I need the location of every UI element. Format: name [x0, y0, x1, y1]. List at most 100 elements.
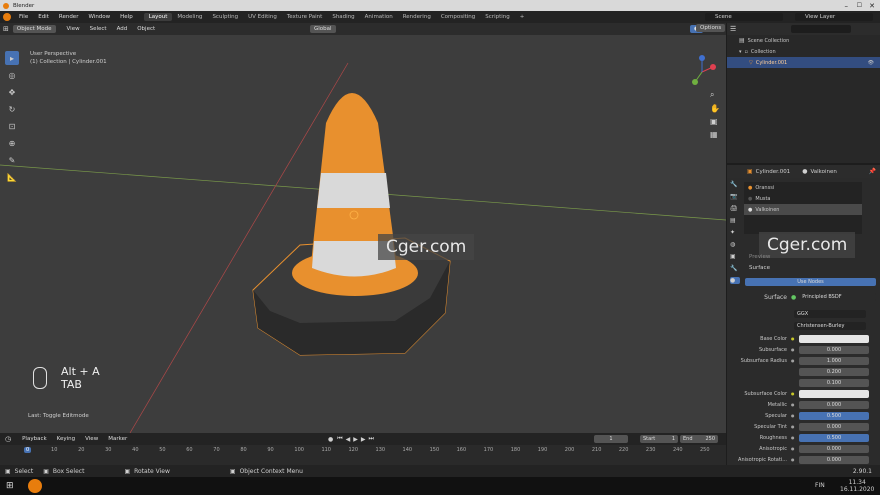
- outliner-search-field[interactable]: [791, 25, 852, 33]
- outliner-row-collection[interactable]: ▾ ▫ Collection: [727, 46, 880, 57]
- frame-ruler[interactable]: 0 10 20 30 40 50 60 70 80 90 100 110 120 130 140 150 160…: [0, 445, 726, 465]
- tab-shading[interactable]: Shading: [327, 13, 359, 21]
- tab-compositing[interactable]: Compositing: [436, 13, 480, 21]
- use-nodes-button[interactable]: Use Nodes: [745, 278, 876, 286]
- select-tool-icon[interactable]: ▸: [5, 51, 19, 65]
- bsdf-input-field[interactable]: 0.000: [799, 444, 869, 453]
- cursor-tool-icon[interactable]: ◎: [5, 68, 19, 82]
- windows-start-icon[interactable]: ⊞: [6, 481, 14, 491]
- jump-end-icon[interactable]: ⏭: [369, 435, 374, 443]
- bsdf-input-field[interactable]: 0.000: [799, 345, 869, 354]
- move-tool-icon[interactable]: ✥: [5, 85, 19, 99]
- expand-icon[interactable]: ▾: [739, 49, 742, 55]
- timeline-menu-keying[interactable]: Keying: [52, 436, 80, 442]
- bsdf-input-field[interactable]: 0.500: [799, 433, 869, 442]
- orientation-selector[interactable]: Global: [310, 25, 336, 33]
- editor-type-button[interactable]: ⊞: [3, 25, 9, 33]
- outliner-editor-icon[interactable]: ☰: [730, 25, 736, 33]
- rotate-tool-icon[interactable]: ↻: [5, 102, 19, 116]
- options-button[interactable]: Options: [696, 24, 726, 32]
- taskbar-clock[interactable]: 11.34 16.11.2020: [840, 479, 874, 493]
- viewport-menu-select[interactable]: Select: [85, 26, 112, 32]
- scene-selector[interactable]: Scene: [705, 13, 783, 21]
- tab-scripting[interactable]: Scripting: [480, 13, 514, 21]
- editor-type-icon[interactable]: [3, 13, 11, 21]
- bsdf-input-field[interactable]: 0.000: [799, 422, 869, 431]
- measure-tool-icon[interactable]: 📐: [5, 170, 19, 184]
- viewport-menu-object[interactable]: Object: [132, 26, 160, 32]
- timeline-menu-view[interactable]: View: [80, 436, 103, 442]
- tab-modifier-icon[interactable]: 🔧: [730, 265, 740, 272]
- material-slot[interactable]: ● Valkoinen: [744, 204, 862, 215]
- 3d-viewport[interactable]: [0, 23, 726, 433]
- tab-uv-editing[interactable]: UV Editing: [243, 13, 282, 21]
- perspective-toggle-icon[interactable]: ▦: [710, 130, 720, 139]
- bsdf-input-field[interactable]: [799, 334, 869, 343]
- tab-output-icon[interactable]: 🖨: [730, 205, 740, 212]
- tab-animation[interactable]: Animation: [360, 13, 398, 21]
- navigation-gizmo[interactable]: [685, 55, 719, 89]
- tab-layout[interactable]: Layout: [143, 13, 173, 21]
- bsdf-input-field[interactable]: 1.000: [799, 356, 869, 365]
- tab-rendering[interactable]: Rendering: [398, 13, 436, 21]
- blender-taskbar-icon[interactable]: [27, 479, 42, 493]
- bsdf-input-field[interactable]: 0.200: [799, 367, 869, 376]
- close-button[interactable]: ✕: [869, 2, 875, 10]
- tab-object-icon[interactable]: ▣: [730, 253, 740, 260]
- timeline-menu-marker[interactable]: Marker: [103, 436, 132, 442]
- pin-icon[interactable]: 📌: [869, 168, 876, 175]
- jump-start-icon[interactable]: ⏮: [337, 435, 342, 443]
- bsdf-input-field[interactable]: 0.000: [799, 400, 869, 409]
- add-workspace-button[interactable]: +: [515, 13, 530, 21]
- menu-render[interactable]: Render: [54, 14, 84, 20]
- tab-render-icon[interactable]: 📷: [730, 193, 740, 200]
- material-slot[interactable]: ● Oranssi: [744, 182, 862, 193]
- maximize-button[interactable]: ☐: [857, 2, 862, 9]
- next-key-icon[interactable]: ▶: [361, 436, 366, 443]
- outliner-row-object[interactable]: ▽ Cylinder.001 👁: [727, 57, 880, 68]
- timeline-menu-playback[interactable]: Playback: [17, 436, 52, 442]
- surface-panel-header[interactable]: Surface: [749, 265, 770, 271]
- menu-file[interactable]: File: [14, 14, 33, 20]
- current-frame-field[interactable]: 1: [594, 435, 628, 443]
- tab-tool-icon[interactable]: 🔧: [730, 181, 740, 188]
- mode-selector[interactable]: Object Mode: [12, 25, 56, 33]
- menu-window[interactable]: Window: [83, 14, 115, 20]
- bsdf-input-field[interactable]: 0.100: [799, 378, 869, 387]
- scale-tool-icon[interactable]: ⊡: [5, 119, 19, 133]
- bsdf-input-field[interactable]: 0.000: [799, 455, 869, 464]
- viewport-menu-add[interactable]: Add: [112, 26, 133, 32]
- end-frame-field[interactable]: End 250: [680, 435, 718, 443]
- start-frame-field[interactable]: Start 1: [640, 435, 678, 443]
- prev-key-icon[interactable]: ◀: [346, 436, 351, 443]
- tab-scene-icon[interactable]: ✦: [730, 229, 740, 236]
- surface-shader-field[interactable]: Principled BSDF: [799, 293, 876, 301]
- timeline-editor-icon[interactable]: ◷: [5, 435, 11, 443]
- view-layer-selector[interactable]: View Layer: [795, 13, 873, 21]
- visibility-eye-icon[interactable]: 👁: [868, 60, 874, 66]
- zoom-icon[interactable]: ⌕: [710, 90, 720, 100]
- outliner-row-scene-collection[interactable]: ▤ Scene Collection: [727, 35, 880, 46]
- tab-sculpting[interactable]: Sculpting: [207, 13, 243, 21]
- play-icon[interactable]: ▶: [353, 436, 358, 443]
- tab-material-icon[interactable]: ●: [730, 277, 740, 284]
- menu-help[interactable]: Help: [115, 14, 138, 20]
- record-icon[interactable]: ●: [328, 436, 333, 443]
- subsurface-method-select[interactable]: Christensen-Burley: [794, 322, 866, 330]
- material-slot[interactable]: ● Musta: [744, 193, 862, 204]
- tab-modeling[interactable]: Modeling: [172, 13, 207, 21]
- annotate-tool-icon[interactable]: ✎: [5, 153, 19, 167]
- preview-panel-header[interactable]: Preview: [749, 254, 770, 260]
- tab-world-icon[interactable]: ◍: [730, 241, 740, 248]
- minimize-button[interactable]: –: [845, 2, 849, 10]
- bsdf-input-field[interactable]: [799, 389, 869, 398]
- bsdf-input-field[interactable]: 0.500: [799, 411, 869, 420]
- tab-view-layer-icon[interactable]: ▤: [730, 217, 740, 224]
- camera-view-icon[interactable]: ▣: [710, 117, 720, 126]
- tab-texture-paint[interactable]: Texture Paint: [282, 13, 328, 21]
- pan-hand-icon[interactable]: ✋: [710, 104, 720, 113]
- keyboard-language[interactable]: FIN: [815, 482, 825, 489]
- transform-tool-icon[interactable]: ⊕: [5, 136, 19, 150]
- menu-edit[interactable]: Edit: [33, 14, 54, 20]
- viewport-menu-view[interactable]: View: [62, 26, 85, 32]
